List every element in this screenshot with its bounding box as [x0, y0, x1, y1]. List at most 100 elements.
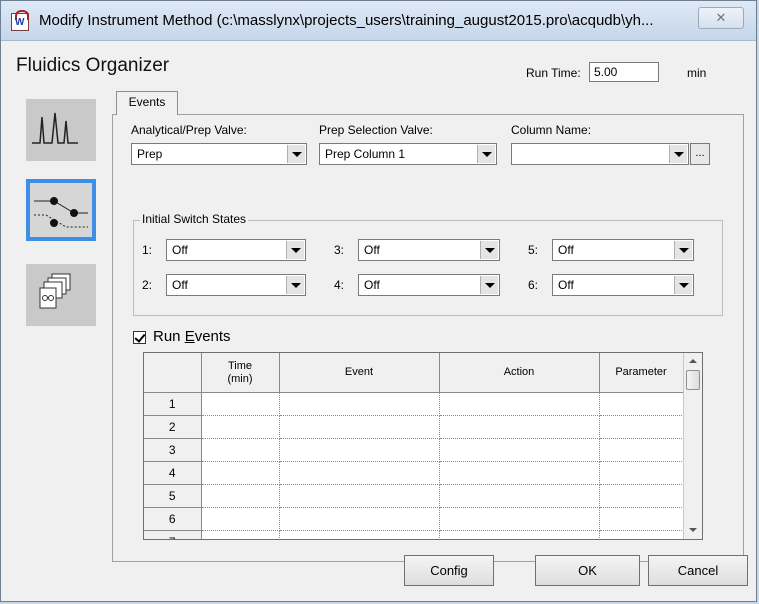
action-cell[interactable]	[439, 484, 600, 508]
parameter-cell[interactable]	[599, 484, 684, 508]
time-cell[interactable]	[201, 530, 280, 539]
action-cell[interactable]	[439, 438, 600, 462]
column-header-action[interactable]: Action	[439, 353, 600, 393]
column-header-time-line1: Time	[227, 359, 253, 372]
run-events-label-accelerator: E	[184, 328, 195, 345]
parameter-cell[interactable]	[599, 415, 684, 439]
time-cell[interactable]	[201, 438, 280, 462]
config-button[interactable]: Config	[404, 555, 494, 586]
table-row[interactable]: 4	[144, 461, 684, 485]
table-vertical-scrollbar[interactable]	[683, 353, 702, 539]
prep-selection-valve-value: Prep Column 1	[325, 147, 406, 161]
chevron-down-icon[interactable]	[480, 241, 498, 259]
scroll-down-icon[interactable]	[684, 523, 702, 539]
sidebar-item-devices[interactable]	[26, 264, 96, 326]
parameter-cell[interactable]	[599, 438, 684, 462]
prep-selection-valve-select[interactable]: Prep Column 1	[319, 143, 497, 165]
scroll-thumb[interactable]	[686, 370, 700, 390]
chevron-down-icon[interactable]	[674, 276, 692, 294]
table-row[interactable]: 5	[144, 484, 684, 508]
run-events-label[interactable]: Run Events	[153, 328, 231, 345]
event-cell[interactable]	[279, 530, 440, 539]
run-time-input[interactable]	[589, 62, 659, 82]
event-cell[interactable]	[279, 507, 440, 531]
switch-2-select[interactable]: Off	[166, 274, 306, 296]
dialog-client-area: Fluidics Organizer Run Time: min	[8, 42, 751, 598]
run-events-checkbox[interactable]	[133, 331, 146, 344]
table-row[interactable]: 1	[144, 392, 684, 416]
action-cell[interactable]	[439, 507, 600, 531]
switch-6-label: 6:	[528, 278, 539, 292]
switch-5-select[interactable]: Off	[552, 239, 694, 261]
table-header-row: Time (min) Event Action Parameter	[144, 353, 684, 393]
event-cell[interactable]	[279, 438, 440, 462]
column-header-time[interactable]: Time (min)	[201, 353, 280, 393]
row-number[interactable]: 6	[144, 507, 202, 531]
chevron-down-icon[interactable]	[674, 241, 692, 259]
sidebar-item-valves[interactable]	[26, 179, 96, 241]
chevron-down-icon[interactable]	[477, 145, 495, 163]
column-name-select[interactable]	[511, 143, 689, 165]
table-row[interactable]: 3	[144, 438, 684, 462]
cancel-button[interactable]: Cancel	[648, 555, 748, 586]
chevron-down-icon[interactable]	[287, 145, 305, 163]
initial-switch-states-group: Initial Switch States 1: Off 2: Off 3: O…	[133, 212, 723, 316]
run-time-label: Run Time:	[526, 66, 581, 80]
close-button[interactable]: ✕	[698, 7, 744, 29]
event-cell[interactable]	[279, 415, 440, 439]
prep-selection-valve-label: Prep Selection Valve:	[319, 123, 433, 137]
event-cell[interactable]	[279, 392, 440, 416]
switch-1-select[interactable]: Off	[166, 239, 306, 261]
event-cell[interactable]	[279, 484, 440, 508]
analytical-prep-valve-label: Analytical/Prep Valve:	[131, 123, 247, 137]
time-cell[interactable]	[201, 415, 280, 439]
chevron-down-icon[interactable]	[480, 276, 498, 294]
switch-3-select[interactable]: Off	[358, 239, 500, 261]
row-number[interactable]: 1	[144, 392, 202, 416]
event-cell[interactable]	[279, 461, 440, 485]
app-icon: W	[11, 10, 29, 31]
switch-1-value: Off	[172, 243, 188, 257]
parameter-cell[interactable]	[599, 530, 684, 539]
row-number[interactable]: 5	[144, 484, 202, 508]
parameter-cell[interactable]	[599, 461, 684, 485]
action-cell[interactable]	[439, 415, 600, 439]
sidebar-item-chromatogram[interactable]	[26, 99, 96, 161]
analytical-prep-valve-select[interactable]: Prep	[131, 143, 307, 165]
table-row[interactable]: 2	[144, 415, 684, 439]
events-table-grid: Time(min) Event Action Parameter 1234567	[144, 353, 684, 539]
parameter-cell[interactable]	[599, 507, 684, 531]
parameter-cell[interactable]	[599, 392, 684, 416]
ok-button[interactable]: OK	[535, 555, 640, 586]
column-browse-button[interactable]: ...	[690, 143, 710, 165]
time-cell[interactable]	[201, 392, 280, 416]
action-cell[interactable]	[439, 461, 600, 485]
switch-1-label: 1:	[142, 243, 153, 257]
time-cell[interactable]	[201, 484, 280, 508]
run-events-label-rest: vents	[194, 328, 231, 345]
switch-6-select[interactable]: Off	[552, 274, 694, 296]
scroll-up-icon[interactable]	[684, 353, 702, 369]
switch-5-label: 5:	[528, 243, 539, 257]
chevron-down-icon[interactable]	[669, 145, 687, 163]
switch-4-label: 4:	[334, 278, 345, 292]
time-cell[interactable]	[201, 461, 280, 485]
table-row[interactable]: 7	[144, 530, 684, 539]
row-number[interactable]: 4	[144, 461, 202, 485]
table-row[interactable]: 6	[144, 507, 684, 531]
row-number[interactable]: 7	[144, 530, 202, 539]
row-number[interactable]: 2	[144, 415, 202, 439]
column-header-parameter[interactable]: Parameter	[599, 353, 684, 393]
chevron-down-icon[interactable]	[286, 276, 304, 294]
action-cell[interactable]	[439, 392, 600, 416]
tab-events[interactable]: Events	[116, 91, 178, 115]
time-cell[interactable]	[201, 507, 280, 531]
events-table[interactable]: Time(min) Event Action Parameter 1234567	[143, 352, 703, 540]
column-header-event[interactable]: Event	[279, 353, 440, 393]
chevron-down-icon[interactable]	[286, 241, 304, 259]
title-bar[interactable]: W Modify Instrument Method (c:\masslynx\…	[1, 1, 756, 41]
action-cell[interactable]	[439, 530, 600, 539]
switch-3-value: Off	[364, 243, 380, 257]
switch-4-select[interactable]: Off	[358, 274, 500, 296]
row-number[interactable]: 3	[144, 438, 202, 462]
